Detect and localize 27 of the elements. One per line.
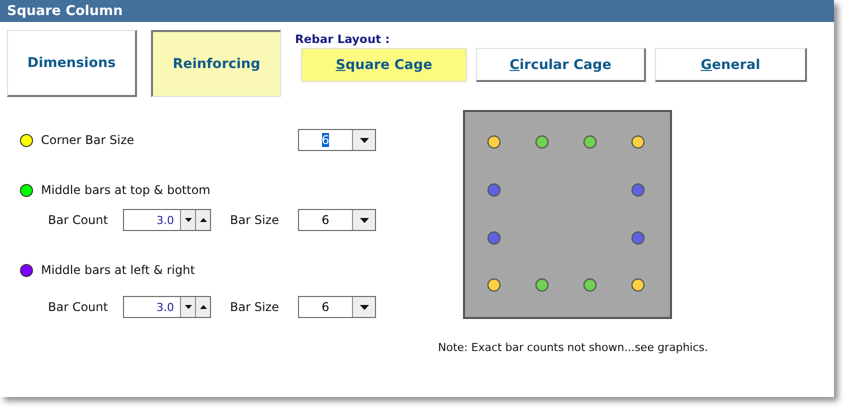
bar-size-dropdown[interactable]: 6 [298,129,376,151]
group-label: Corner Bar Size [41,133,134,147]
tab[interactable]: Reinforcing [151,30,281,97]
bar-size-label: Bar Size [230,300,280,314]
group-label: Middle bars at top & bottom [41,183,210,197]
bar-size-dropdown[interactable]: 6 [298,209,376,231]
bar-count-label: Bar Count [48,213,109,227]
bar-count-label: Bar Count [48,300,109,314]
down-arrow-icon [184,305,192,309]
bar-count-spinner[interactable]: 3.0 [123,296,211,318]
window-title: Square Column [0,0,834,22]
bar-size-label: Bar Size [230,213,280,227]
group-label: Middle bars at left & right [41,263,195,277]
dropdown-arrow-icon [360,218,368,222]
bar-size-dropdown[interactable]: 6 [298,296,376,318]
tab[interactable]: Dimensions [7,30,137,97]
dropdown-arrow-icon [360,304,368,310]
dropdown-arrow-icon [360,138,368,142]
up-arrow-icon [200,218,206,222]
layout-button[interactable]: General [655,48,807,82]
rebar-layout-label: Rebar Layout : [295,32,391,46]
layout-button[interactable]: Circular Cage [476,48,646,82]
up-arrow-icon [200,305,206,309]
note-text: Note: Exact bar counts not shown...see graphics. [438,341,708,354]
layout-button[interactable]: Square Cage [301,48,467,82]
bar-count-spinner[interactable]: 3.0 [123,209,211,231]
down-arrow-icon [184,218,192,222]
